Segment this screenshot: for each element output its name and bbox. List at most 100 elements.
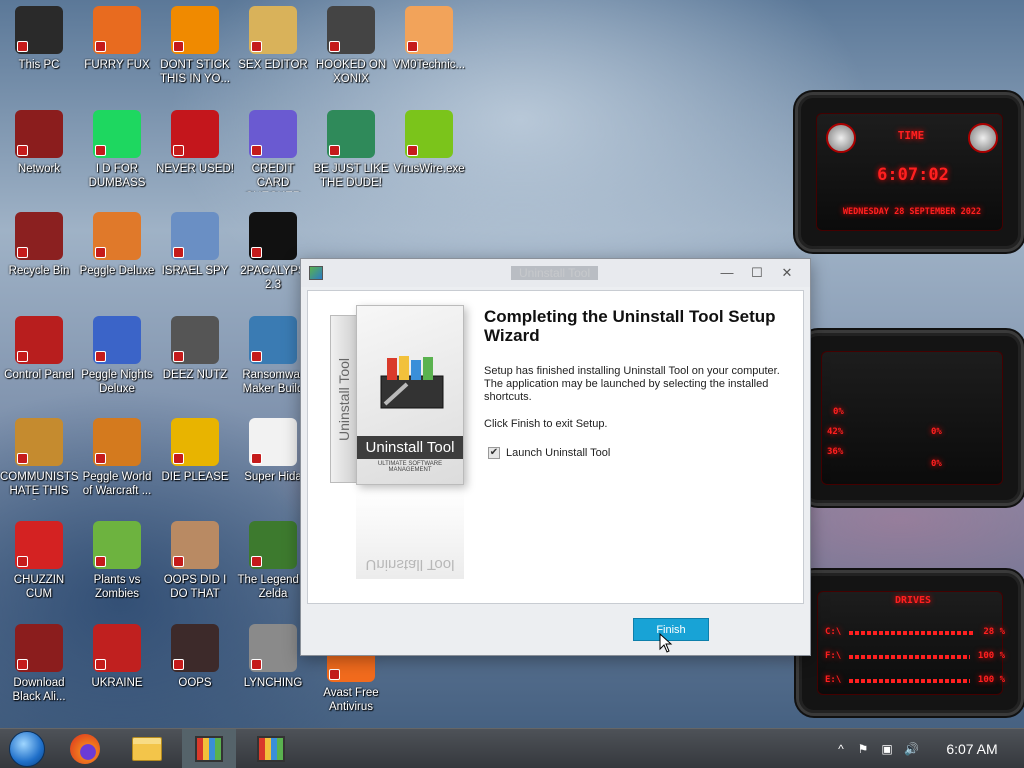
plant-icon bbox=[93, 521, 141, 569]
desktop-icon[interactable]: VM0Technic... bbox=[390, 6, 468, 72]
desktop-icon[interactable]: Peggle World of Warcraft ... bbox=[78, 418, 156, 498]
drive-row: C:\ 28 % bbox=[825, 627, 1005, 639]
desktop-icon[interactable]: HOOKED ON XONIX bbox=[312, 6, 390, 86]
desktop-icon[interactable]: CHUZZIN CUM bbox=[0, 521, 78, 601]
product-box-front: Uninstall Tool ULTIMATE SOFTWARE MANAGEM… bbox=[356, 305, 464, 485]
cpu-core-5: 0% bbox=[931, 459, 942, 469]
clock-gadget[interactable]: TIME 6:07:02 WEDNESDAY 28 SEPTEMBER 2022 bbox=[795, 92, 1024, 252]
desktop-icon[interactable]: DIE PLEASE bbox=[156, 418, 234, 484]
desktop-icon[interactable]: DEEZ NUTZ bbox=[156, 316, 234, 382]
desktop-icon-label: Recycle Bin bbox=[8, 265, 70, 277]
gnome-icon bbox=[327, 110, 375, 158]
product-box-side: Uninstall Tool bbox=[330, 315, 358, 483]
product-box-reflection: Uninstall Tool bbox=[356, 489, 464, 579]
taskbar-file-explorer[interactable] bbox=[120, 729, 174, 768]
desktop-icon[interactable]: This PC bbox=[0, 6, 78, 72]
start-orb-icon bbox=[9, 731, 45, 767]
desktop-icon-label: SEX EDITOR bbox=[238, 59, 308, 71]
desktop-icon[interactable]: FURRY FUX bbox=[78, 6, 156, 72]
desktop-icon-label: DEEZ NUTZ bbox=[162, 369, 228, 381]
launch-checkbox[interactable]: ✔ bbox=[488, 447, 500, 459]
action-center-flag-icon[interactable]: ⚑ bbox=[856, 742, 870, 756]
drive-letter: F:\ bbox=[825, 651, 842, 661]
window-app-icon bbox=[249, 316, 297, 364]
desktop-icon-label: Download Black Ali... bbox=[12, 677, 66, 703]
desktop-icon[interactable]: DONT STICK THIS IN YO... bbox=[156, 6, 234, 86]
toolbox-icon bbox=[380, 356, 444, 409]
close-button[interactable]: ✕ bbox=[772, 263, 802, 283]
desktop-icon[interactable]: VirusWire.exe bbox=[390, 110, 468, 176]
taskbar-uninstall-tool[interactable] bbox=[244, 729, 298, 768]
alien-icon bbox=[15, 110, 63, 158]
desktop-icon[interactable]: Peggle Nights Deluxe bbox=[78, 316, 156, 396]
wizard-heading: Completing the Uninstall Tool Setup Wiza… bbox=[484, 307, 776, 345]
link-sprite-icon bbox=[249, 521, 297, 569]
desktop-icon-label: This PC bbox=[18, 59, 60, 71]
desktop-icon-label: I D FOR DUMBASS bbox=[88, 163, 146, 189]
volume-icon[interactable]: 🔊 bbox=[904, 742, 919, 756]
desktop-icon[interactable]: Control Panel bbox=[0, 316, 78, 382]
desktop-icon[interactable]: OOPS DID I DO THAT bbox=[156, 521, 234, 601]
cpu-core-4: 0% bbox=[931, 427, 942, 437]
start-button[interactable] bbox=[0, 729, 54, 768]
shortcut-badge-icon bbox=[329, 669, 340, 680]
taskbar-clock[interactable]: 6:07 AM bbox=[934, 741, 1010, 757]
taskbar-firefox[interactable] bbox=[58, 729, 112, 768]
desktop-icon[interactable]: Recycle Bin bbox=[0, 212, 78, 278]
desktop-icon[interactable]: COMMUNISTS HATE THIS G... bbox=[0, 418, 78, 500]
wizard-content-panel: Uninstall Tool Uninstall Tool ULTIMATE S… bbox=[307, 290, 804, 604]
desktop-icon[interactable]: Peggle Deluxe bbox=[78, 212, 156, 278]
uninstall-tool-icon bbox=[195, 736, 223, 762]
maximize-button[interactable]: ☐ bbox=[742, 263, 772, 283]
wizard-finish-instruction: Click Finish to exit Setup. bbox=[484, 418, 608, 430]
desktop-icon[interactable]: NEVER USED! bbox=[156, 110, 234, 176]
shortcut-badge-icon bbox=[95, 659, 106, 670]
product-box-subtitle: ULTIMATE SOFTWARE MANAGEMENT bbox=[377, 461, 443, 473]
shortcut-badge-icon bbox=[95, 247, 106, 258]
taskbar-uninstall-tool-active[interactable] bbox=[182, 729, 236, 768]
desktop-icon-label: CHUZZIN CUM bbox=[13, 574, 65, 600]
desktop-icon[interactable]: BE JUST LIKE THE DUDE! bbox=[312, 110, 390, 190]
desktop-icon-label: OOPS bbox=[178, 677, 212, 689]
desktop-icon[interactable]: Network bbox=[0, 110, 78, 176]
clock-title: TIME bbox=[897, 129, 925, 142]
desktop-icon-label: OOPS DID I DO THAT bbox=[163, 574, 227, 600]
shortcut-badge-icon bbox=[251, 659, 262, 670]
monitor-icon bbox=[15, 6, 63, 54]
desktop-icon-label: NEVER USED! bbox=[156, 163, 234, 175]
de-icon bbox=[171, 418, 219, 466]
drive-letter: C:\ bbox=[825, 627, 842, 637]
network-icon[interactable]: ▣ bbox=[880, 742, 894, 756]
desktop-icon[interactable]: Plants vs Zombies bbox=[78, 521, 156, 601]
minimize-button[interactable]: — bbox=[712, 263, 742, 283]
setup-app-icon bbox=[309, 266, 323, 280]
shortcut-badge-icon bbox=[251, 41, 262, 52]
desktop-icon[interactable]: Download Black Ali... bbox=[0, 624, 78, 704]
shortcut-badge-icon bbox=[173, 145, 184, 156]
desktop-icon-label: Peggle World of Warcraft ... bbox=[82, 471, 152, 497]
drives-gadget[interactable]: DRIVES C:\ 28 % F:\ 100 % E:\ 100 % bbox=[796, 570, 1024, 716]
shortcut-badge-icon bbox=[251, 556, 262, 567]
taskbar: ^ ⚑ ▣ 🔊 6:07 AM bbox=[0, 728, 1024, 768]
cpu-core-1: 0% bbox=[833, 407, 844, 417]
cpu-gadget[interactable]: 0% 42% 36% 0% 0% bbox=[800, 330, 1024, 506]
desktop-icon[interactable]: CREDIT CARD CHECKER bbox=[234, 110, 312, 192]
shortcut-badge-icon bbox=[329, 41, 340, 52]
dialog-titlebar[interactable]: Uninstall Tool — ☐ ✕ bbox=[301, 259, 810, 287]
desktop-icon-label: Network bbox=[17, 163, 61, 175]
shortcut-badge-icon bbox=[173, 659, 184, 670]
desktop-icon[interactable]: ISRAEL SPY bbox=[156, 212, 234, 278]
launch-checkbox-label[interactable]: Launch Uninstall Tool bbox=[506, 447, 610, 459]
desktop-icon[interactable]: I D FOR DUMBASS bbox=[78, 110, 156, 190]
desktop-icon-label: Peggle Nights Deluxe bbox=[81, 369, 153, 395]
show-hidden-icons-chevron-icon[interactable]: ^ bbox=[834, 742, 848, 756]
desktop-icon[interactable]: UKRAINE bbox=[78, 624, 156, 690]
spotify-icon bbox=[93, 110, 141, 158]
desktop-icon[interactable]: OOPS bbox=[156, 624, 234, 690]
launch-checkbox-row[interactable]: ✔ Launch Uninstall Tool bbox=[488, 447, 610, 459]
money-bag-icon bbox=[15, 418, 63, 466]
desktop-icon[interactable]: SEX EDITOR bbox=[234, 6, 312, 72]
credit-card-icon bbox=[249, 110, 297, 158]
desktop-icon-label: VirusWire.exe bbox=[393, 163, 465, 175]
shortcut-badge-icon bbox=[17, 351, 28, 362]
